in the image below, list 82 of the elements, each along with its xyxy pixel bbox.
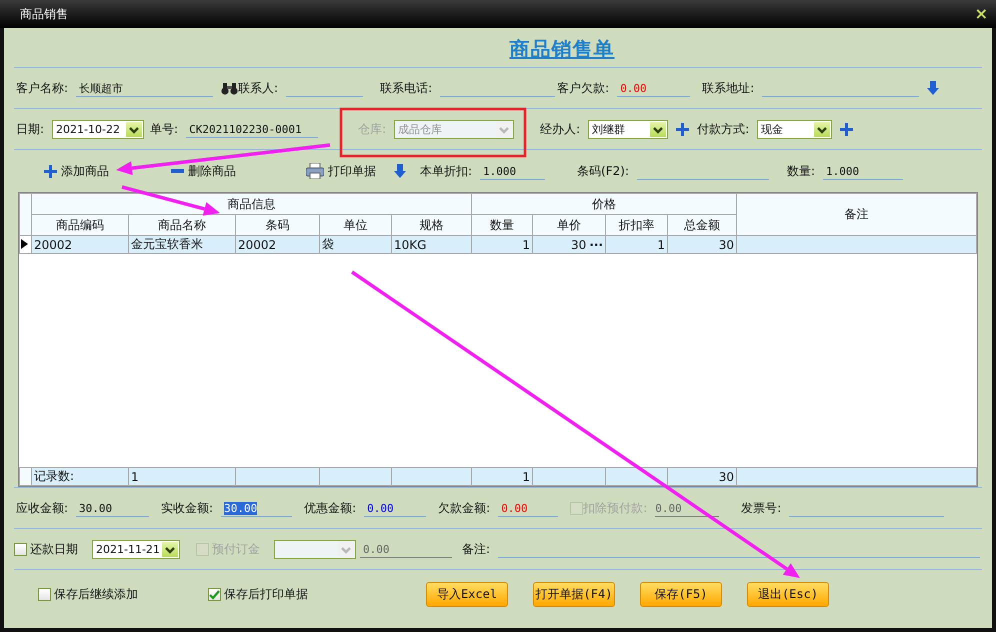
toolbar-button[interactable]: 打印单据 xyxy=(306,162,376,180)
field-label: 数量: xyxy=(787,162,816,180)
table-cell: 20002 xyxy=(32,236,128,254)
table-cell: 10KG xyxy=(392,236,472,254)
column-group-header: 价格 xyxy=(472,194,737,214)
column-header[interactable]: 单价 xyxy=(532,214,606,236)
field-label: 预付订金 xyxy=(212,540,260,558)
column-header[interactable]: 数量 xyxy=(472,214,533,236)
minus-icon[interactable] xyxy=(171,168,184,174)
field-label: 条码(F2): xyxy=(577,162,629,180)
field-label: 联系人: xyxy=(238,80,278,96)
dropdown[interactable]: 现金 xyxy=(757,120,832,138)
table-cell: 1 xyxy=(472,468,533,486)
down-arrow-icon[interactable] xyxy=(394,164,406,178)
field-label: 实收金额: xyxy=(161,500,214,516)
field-label: 还款日期 xyxy=(30,540,78,558)
column-header[interactable]: 备注 xyxy=(736,194,976,236)
binoculars-icon[interactable] xyxy=(221,82,238,94)
down-arrow-icon[interactable] xyxy=(927,81,940,95)
table-cell: 记录数: xyxy=(32,468,128,486)
plus-icon[interactable] xyxy=(44,164,57,178)
toolbar-button[interactable]: 添加商品 xyxy=(44,162,109,180)
table-cell: 金元宝软香米 xyxy=(128,236,236,254)
column-header[interactable]: 条码 xyxy=(236,214,320,236)
printer-icon[interactable] xyxy=(306,163,324,179)
field-label: 欠款金额: xyxy=(438,500,490,516)
field-label: 客户欠款: xyxy=(557,80,610,96)
input-field[interactable]: CK2021102230-0001 xyxy=(186,120,318,138)
table-cell: 30 xyxy=(668,468,737,486)
column-header[interactable]: 折扣率 xyxy=(606,214,668,236)
action-button[interactable]: 退出(Esc) xyxy=(747,582,829,606)
field-label: 备注: xyxy=(462,540,490,558)
column-header[interactable]: 商品编码 xyxy=(32,214,128,236)
field-label: 联系地址: xyxy=(702,80,754,96)
column-header[interactable]: 商品名称 xyxy=(128,214,236,236)
checkbox[interactable] xyxy=(38,588,51,600)
row-pointer-icon[interactable] xyxy=(20,238,28,248)
column-group-header: 商品信息 xyxy=(32,194,472,214)
field-label: 应收金额: xyxy=(16,500,68,516)
field-label: 单号: xyxy=(150,120,178,138)
input-field[interactable]: 30.00 xyxy=(76,500,150,516)
field-label: 发票号: xyxy=(741,500,782,516)
table-cell: 30 xyxy=(571,238,586,252)
action-button[interactable]: 导入Excel xyxy=(426,582,508,606)
dropdown[interactable]: 刘继群 xyxy=(588,120,668,138)
field-label: 日期: xyxy=(16,120,44,138)
table-cell: 20002 xyxy=(236,236,320,254)
input-field[interactable]: 0.00 xyxy=(364,500,426,516)
field-label: 扣除预付款: xyxy=(583,500,648,516)
dropdown[interactable]: 2021-11-21 xyxy=(92,540,180,558)
window-title: 商品销售 xyxy=(20,6,68,22)
field-label: 保存后打印单据 xyxy=(224,586,308,602)
table-cell: 1 xyxy=(128,468,236,486)
field-label: 客户名称: xyxy=(16,80,68,96)
column-header[interactable]: 总金额 xyxy=(668,214,737,236)
ellipsis-button[interactable]: ··· xyxy=(589,238,604,252)
input-field[interactable]: 1.000 xyxy=(480,162,546,180)
field-label: 保存后继续添加 xyxy=(54,586,138,602)
table-cell: 30 xyxy=(668,236,737,254)
toolbar-button[interactable]: 删除商品 xyxy=(171,162,236,180)
column-header[interactable]: 单位 xyxy=(320,214,392,236)
field-label: 仓库: xyxy=(358,120,386,138)
field-label: 付款方式: xyxy=(697,120,750,138)
checkbox[interactable] xyxy=(14,542,27,556)
column-header[interactable]: 规格 xyxy=(392,214,472,236)
action-button[interactable]: 打开单据(F4) xyxy=(533,582,615,606)
field-label: 优惠金额: xyxy=(304,500,356,516)
close-button[interactable]: × xyxy=(974,6,988,22)
field-label: 本单折扣: xyxy=(420,162,472,180)
dropdown[interactable]: 2021-10-22 xyxy=(52,120,144,138)
form-title: 商品销售单 xyxy=(510,36,614,63)
field-label: 经办人: xyxy=(540,120,580,138)
plus-icon[interactable] xyxy=(840,122,854,136)
table-cell: 袋 xyxy=(320,236,392,254)
input-field[interactable]: 长顺超市 xyxy=(76,80,214,96)
plus-icon[interactable] xyxy=(676,122,690,136)
input-field[interactable]: 1.000 xyxy=(823,162,904,180)
table-cell: 1 xyxy=(606,236,668,254)
input-field[interactable]: 30.00 xyxy=(221,500,292,516)
table-cell: 1 xyxy=(472,236,533,254)
field-label: 联系电话: xyxy=(380,80,432,96)
action-button[interactable]: 保存(F5) xyxy=(640,582,722,606)
